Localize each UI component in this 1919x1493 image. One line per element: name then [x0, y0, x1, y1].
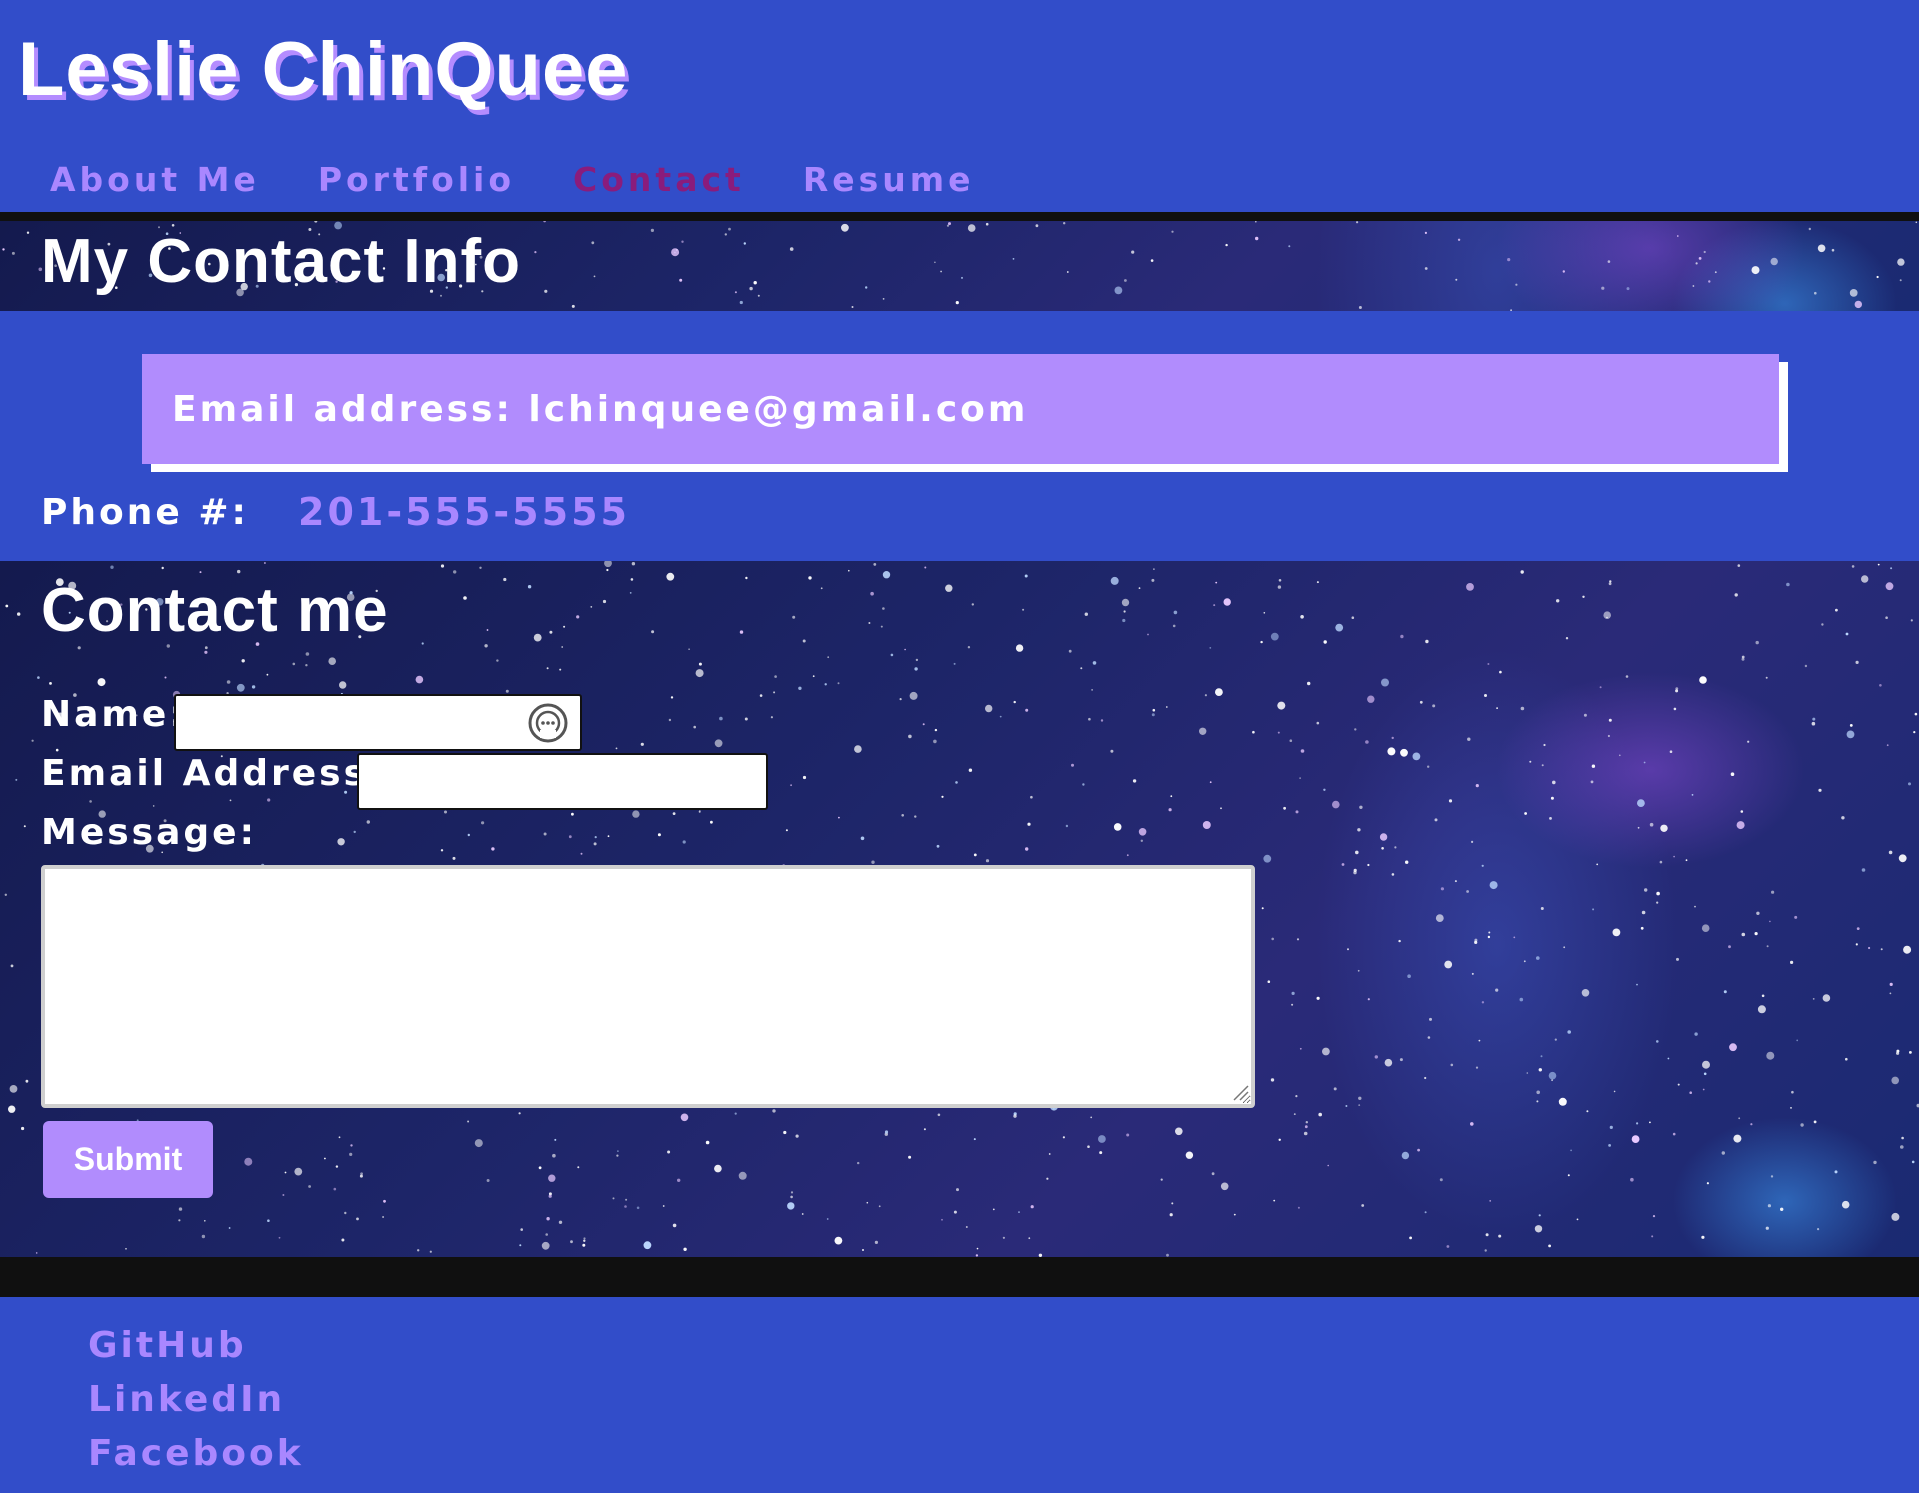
footer-divider: [0, 1257, 1919, 1297]
nav-portfolio[interactable]: Portfolio: [318, 160, 515, 199]
contact-info-banner: My Contact Info: [0, 221, 1919, 311]
site-footer: GitHub LinkedIn Facebook: [0, 1297, 1919, 1493]
submit-button[interactable]: Submit: [43, 1121, 213, 1198]
message-textarea[interactable]: [41, 865, 1255, 1108]
message-label: Message:: [41, 812, 257, 853]
email-input[interactable]: [357, 753, 768, 810]
email-label: Email Address:: [41, 753, 386, 794]
phone-number-link[interactable]: 201-555-5555: [298, 490, 630, 534]
site-title: Leslie ChinQuee: [18, 27, 629, 112]
contact-info-heading: My Contact Info: [41, 227, 521, 296]
phone-label: Phone #:: [41, 492, 249, 533]
email-card: Email address: lchinquee@gmail.com: [142, 354, 1779, 464]
name-label: Name:: [41, 694, 187, 735]
password-manager-icon[interactable]: [527, 702, 569, 744]
main-nav: About Me Portfolio Contact Resume: [50, 160, 975, 199]
footer-link-github[interactable]: GitHub: [88, 1325, 247, 1366]
contact-page: Leslie ChinQuee About Me Portfolio Conta…: [0, 0, 1919, 1493]
nav-resume[interactable]: Resume: [803, 160, 975, 199]
resize-grip-icon[interactable]: [1230, 1082, 1250, 1102]
site-header: Leslie ChinQuee About Me Portfolio Conta…: [0, 0, 1919, 212]
nav-about-me[interactable]: About Me: [50, 160, 260, 199]
contact-form-section: Contact me Name: Email Address: Message:…: [0, 561, 1919, 1257]
nav-contact[interactable]: Contact: [573, 160, 745, 199]
footer-link-linkedin[interactable]: LinkedIn: [88, 1379, 285, 1420]
header-divider: [0, 212, 1919, 221]
footer-link-facebook[interactable]: Facebook: [88, 1433, 304, 1474]
contact-form-heading: Contact me: [41, 576, 389, 645]
email-address-text[interactable]: Email address: lchinquee@gmail.com: [172, 389, 1028, 430]
name-input[interactable]: [174, 694, 582, 751]
